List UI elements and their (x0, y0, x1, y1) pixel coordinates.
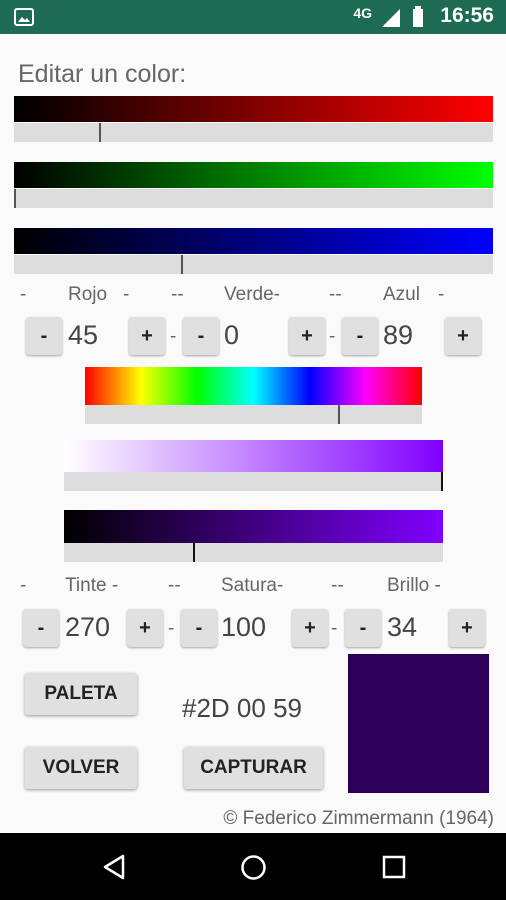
saturation-slider[interactable] (64, 472, 443, 491)
brightness-gradient-bar (64, 510, 443, 543)
blue-slider-thumb[interactable] (181, 255, 183, 274)
dash-label: - (168, 618, 175, 639)
dash-label: - (20, 575, 27, 596)
hue-label: Tinte - (65, 575, 119, 596)
dash-label: - (20, 284, 27, 305)
saturation-minus-button[interactable]: - (181, 609, 217, 647)
hue-slider[interactable] (85, 405, 422, 424)
green-value: 0 (224, 320, 240, 350)
dash-label: - (329, 326, 336, 347)
hue-plus-button[interactable]: + (127, 609, 163, 647)
saturation-slider-thumb[interactable] (441, 472, 443, 491)
back-nav-icon[interactable] (102, 854, 126, 880)
red-minus-button[interactable]: - (26, 317, 62, 355)
saturation-plus-button[interactable]: + (292, 609, 328, 647)
copyright-text: © Federico Zimmermann (1964) (223, 808, 494, 829)
hue-slider-thumb[interactable] (338, 405, 340, 424)
gallery-icon (14, 8, 34, 26)
battery-icon (413, 6, 423, 27)
green-slider-thumb[interactable] (14, 189, 16, 208)
blue-slider[interactable] (14, 255, 493, 274)
back-button[interactable]: VOLVER (25, 747, 137, 789)
dash-label: -- (331, 575, 344, 596)
red-plus-button[interactable]: + (129, 317, 165, 355)
dash-label: - (438, 284, 445, 305)
color-preview-swatch (348, 654, 489, 793)
blue-plus-button[interactable]: + (445, 317, 481, 355)
dash-label: - (331, 618, 338, 639)
brightness-label: Brillo - (387, 575, 441, 596)
saturation-value: 100 (221, 612, 267, 642)
blue-minus-button[interactable]: - (342, 317, 378, 355)
green-minus-button[interactable]: - (183, 317, 219, 355)
brightness-plus-button[interactable]: + (449, 609, 485, 647)
green-plus-button[interactable]: + (289, 317, 325, 355)
hue-value: 270 (65, 612, 111, 642)
page-title: Editar un color: (18, 60, 187, 88)
dash-label: -- (168, 575, 181, 596)
brightness-value: 34 (387, 612, 418, 642)
palette-button[interactable]: PALETA (25, 673, 137, 715)
dash-label: - (170, 326, 177, 347)
red-label: Rojo (68, 284, 108, 305)
red-slider[interactable] (14, 123, 493, 142)
green-label: Verde- (224, 284, 280, 305)
network-type: 4G (353, 5, 372, 21)
blue-gradient-bar (14, 228, 493, 254)
hue-gradient-bar (85, 367, 422, 405)
green-slider[interactable] (14, 189, 493, 208)
saturation-gradient-bar (64, 440, 443, 472)
green-gradient-bar (14, 162, 493, 188)
capture-button[interactable]: CAPTURAR (184, 747, 323, 789)
dash-label: -- (171, 284, 184, 305)
blue-value: 89 (383, 320, 414, 350)
red-gradient-bar (14, 96, 493, 122)
dash-label: - (123, 284, 130, 305)
signal-icon (382, 9, 400, 27)
hex-value: #2D 00 59 (182, 693, 302, 723)
clock: 16:56 (440, 4, 494, 27)
brightness-minus-button[interactable]: - (345, 609, 381, 647)
red-value: 45 (68, 320, 99, 350)
red-slider-thumb[interactable] (99, 123, 101, 142)
saturation-label: Satura- (221, 575, 284, 596)
dash-label: -- (329, 284, 342, 305)
hue-minus-button[interactable]: - (23, 609, 59, 647)
brightness-slider[interactable] (64, 543, 443, 562)
recents-nav-icon[interactable] (382, 855, 406, 879)
navigation-bar (0, 833, 506, 900)
brightness-slider-thumb[interactable] (193, 543, 195, 562)
status-bar: 4G 16:56 (0, 0, 506, 34)
blue-label: Azul (383, 284, 420, 305)
home-nav-icon[interactable] (240, 854, 267, 881)
